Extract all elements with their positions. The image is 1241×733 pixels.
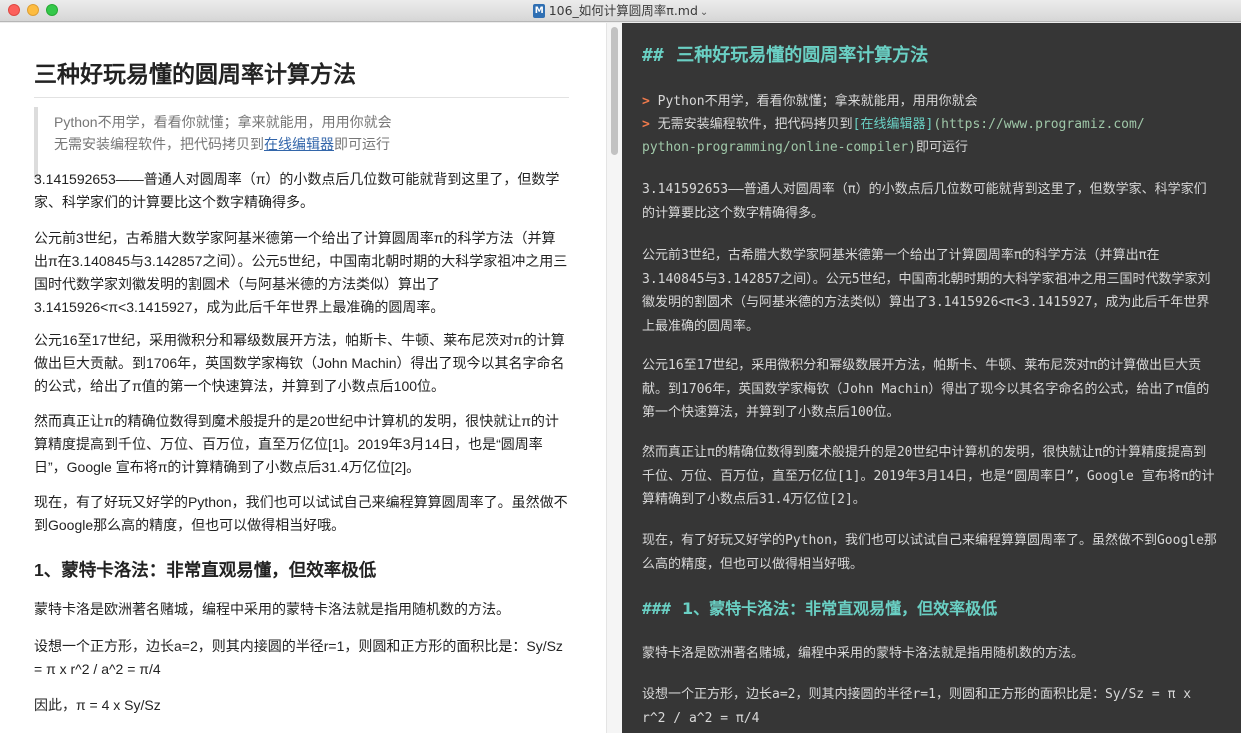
preview-quote-text-end: 即可运行 [334,136,390,152]
editor-heading-2: ## 三种好玩易懂的圆周率计算方法 [642,43,928,69]
editor-quote-line-1: > Python不用学，看看你就懂；拿来就能用，用用你就会 [642,90,1222,113]
preview-scrollbar-thumb[interactable] [611,27,618,155]
markdown-file-icon [532,4,545,18]
editor-heading-text: 三种好玩易懂的圆周率计算方法 [676,45,929,66]
preview-paragraph-8: 因此，π = 4 x Sy/Sz [34,697,161,713]
window-titlebar: 106_如何计算圆周率π.md⌄ [0,0,1241,22]
preview-paragraph-4: 然而真正让π的精确位数得到魔术般提升的是20世纪中计算机的发明，很快就让π的计算… [34,413,559,475]
editor-heading-3-text: 1、蒙特卡洛法：非常直观易懂，但效率极低 [682,599,998,618]
preview-quote-text: 无需安装编程软件，把代码拷贝到 [54,136,264,152]
preview-paragraph-3: 公元16至17世纪，采用微积分和幂级数展开方法，帕斯卡、牛顿、莱布尼茨对π的计算… [34,332,565,394]
editor-link-text: [在线编辑器] [852,117,934,132]
editor-heading-3-marker: ### [642,599,671,618]
preview-quote-line-1: Python不用学，看看你就懂；拿来就能用，用用你就会 [54,114,392,130]
editor-heading-marker: ## [642,45,664,66]
editor-quote-marker: > [642,117,650,132]
editor-quote-line-3: python-programming/online-compiler)即可运行 [642,136,1222,159]
preview-paragraph-7: 设想一个正方形，边长a=2，则其内接圆的半径r=1，则圆和正方形的面积比是：Sy… [34,638,563,677]
window-title[interactable]: 106_如何计算圆周率π.md⌄ [0,3,1241,21]
preview-heading-2: 三种好玩易懂的圆周率计算方法 [34,59,569,98]
online-editor-link[interactable]: 在线编辑器 [264,136,334,152]
preview-paragraph-5: 现在，有了好玩又好学的Python，我们也可以试试自己来编程算算圆周率了。虽然做… [34,494,568,533]
preview-pane[interactable]: 三种好玩易懂的圆周率计算方法 Python不用学，看看你就懂；拿来就能用，用用你… [0,23,606,733]
editor-quote-text-end: 即可运行 [915,140,968,155]
preview-quote-line-2: 无需安装编程软件，把代码拷贝到在线编辑器即可运行 [54,133,569,155]
editor-paragraph-3: 公元16至17世纪，采用微积分和幂级数展开方法，帕斯卡、牛顿、莱布尼茨对π的计算… [642,358,1210,420]
preview-paragraph-2: 公元前3世纪，古希腊大数学家阿基米德第一个给出了计算圆周率π的科学方法（并算出π… [34,230,568,315]
editor-quote-marker: > [642,94,650,109]
editor-paragraph-4: 然而真正让π的精确位数得到魔术般提升的是20世纪中计算机的发明，很快就让π的计算… [642,445,1215,507]
editor-link-url-cont: python-programming/online-compiler) [642,140,916,155]
editor-quote-text: Python不用学，看看你就懂；拿来就能用，用用你就会 [657,94,978,109]
window-title-text: 106_如何计算圆周率π.md [548,3,698,18]
editor-quote-text: 无需安装编程软件，把代码拷贝到 [657,117,853,132]
editor-paragraph-6: 蒙特卡洛是欧洲著名赌城，编程中采用的蒙特卡洛法就是指用随机数的方法。 [642,646,1085,661]
preview-scrollbar[interactable] [606,23,622,733]
editor-paragraph-7: 设想一个正方形，边长a=2，则其内接圆的半径r=1，则圆和正方形的面积比是：Sy… [642,687,1192,726]
editor-paragraph-1: 3.141592653——普通人对圆周率（π）的小数点后几位数可能就背到这里了，… [642,182,1207,221]
preview-paragraph-6: 蒙特卡洛是欧洲著名赌城，编程中采用的蒙特卡洛法就是指用随机数的方法。 [34,601,510,617]
markdown-editor-pane[interactable]: ## 三种好玩易懂的圆周率计算方法 > Python不用学，看看你就懂；拿来就能… [622,23,1241,733]
editor-link-url: (https://www.programiz.com/ [933,117,1145,132]
editor-paragraph-2: 公元前3世纪，古希腊大数学家阿基米德第一个给出了计算圆周率π的科学方法（并算出π… [642,248,1211,334]
editor-quote-line-2: > 无需安装编程软件，把代码拷贝到[在线编辑器](https://www.pro… [642,113,1222,136]
editor-heading-3: ### 1、蒙特卡洛法：非常直观易懂，但效率极低 [642,597,997,621]
editor-paragraph-5: 现在，有了好玩又好学的Python，我们也可以试试自己来编程算算圆周率了。虽然做… [642,533,1217,572]
chevron-down-icon[interactable]: ⌄ [700,7,708,18]
preview-paragraph-1: 3.141592653——普通人对圆周率（π）的小数点后几位数可能就背到这里了，… [34,171,560,210]
preview-heading-3: 1、蒙特卡洛法：非常直观易懂，但效率极低 [34,560,377,580]
